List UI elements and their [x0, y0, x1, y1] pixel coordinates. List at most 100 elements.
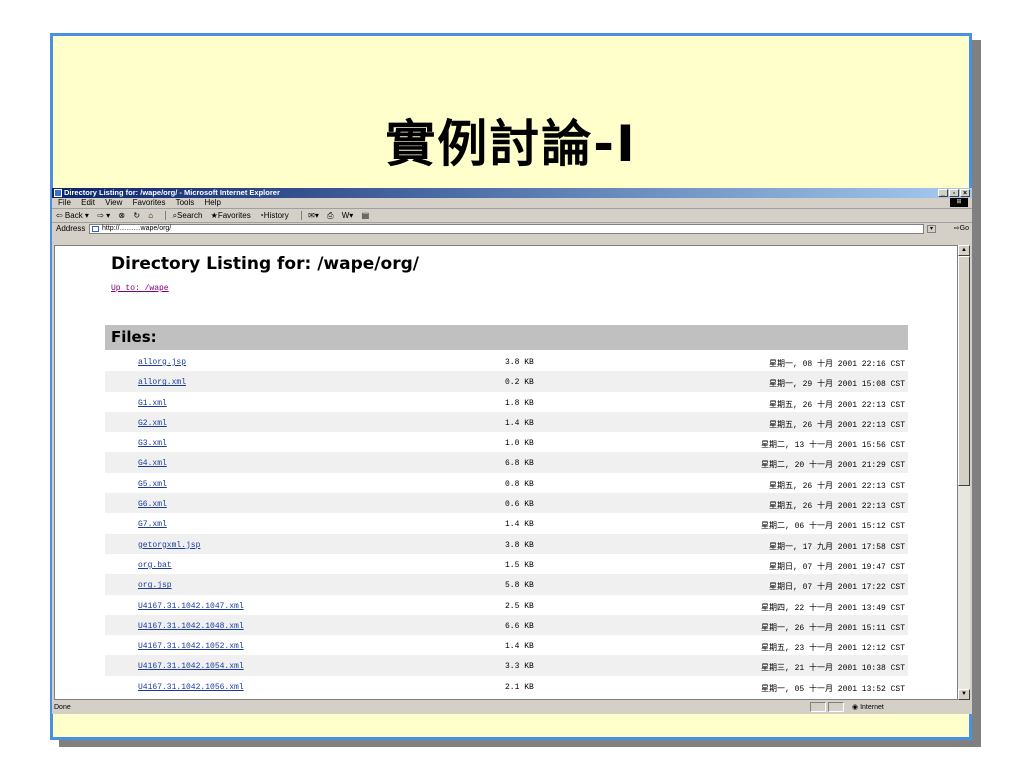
scroll-thumb[interactable] — [958, 256, 970, 486]
status-pane — [828, 702, 844, 712]
table-row: U4167.31.1042.1048.xml 6.6 KB 星期一, 26 十一月 … — [105, 614, 908, 636]
slide-title: 實例討論-I — [385, 115, 637, 173]
file-link[interactable]: org.bat — [138, 561, 172, 570]
mail-icon[interactable]: ✉▾ — [308, 209, 319, 222]
file-size: 6.8 KB — [505, 459, 534, 469]
table-row: org.bat 1.5 KB 星期日, 07 十月 2001 19:47 CST — [105, 554, 908, 574]
close-button[interactable]: × — [960, 189, 970, 197]
search-button[interactable]: ⌕Search — [173, 209, 203, 222]
file-size: 1.0 KB — [505, 439, 534, 449]
file-date: 星期日, 07 十月 2001 19:47 CST — [768, 562, 905, 572]
table-row: G7.xml 1.4 KB 星期二, 06 十一月 2001 15:12 CST — [105, 513, 908, 533]
table-row: G4.xml 6.8 KB 星期二, 20 十一月 2001 21:29 CST — [105, 452, 908, 473]
toolbar: ⇦ Back ▾ ⇨ ▾ ⊗ ↻ ⌂ ⌕Search ★Favorites ◔H… — [52, 209, 972, 223]
file-size: 3.8 KB — [505, 358, 534, 367]
file-date: 星期一, 17 九月 2001 17:58 CST — [768, 542, 905, 552]
file-link[interactable]: getorgxml.jsp — [138, 541, 200, 550]
browser-window: Directory Listing for: /wape/org/ - Micr… — [52, 188, 972, 714]
file-size: 2.5 KB — [505, 601, 534, 611]
file-link[interactable]: G6.xml — [138, 500, 167, 509]
file-link[interactable]: G3.xml — [138, 439, 167, 448]
table-row: allorg.jsp 3.8 KB 星期一, 08 十月 2001 22:16 CS… — [105, 351, 908, 371]
toolbar-separator — [300, 211, 302, 221]
menu-file[interactable]: File — [58, 198, 71, 207]
history-button[interactable]: ◔History — [259, 209, 289, 222]
table-row: G3.xml 1.0 KB 星期二, 13 十一月 2001 15:56 CST — [105, 432, 908, 452]
file-link[interactable]: U4167.31.1042.1052.xml — [138, 642, 244, 651]
menu-tools[interactable]: Tools — [176, 198, 195, 207]
vertical-scrollbar[interactable]: ▲ ▼ — [958, 245, 970, 700]
file-date: 星期三, 21 十一月 2001 10:38 CST — [760, 664, 905, 674]
file-link[interactable]: G7.xml — [138, 520, 167, 529]
address-input[interactable]: http://………wape/org/ — [89, 224, 924, 234]
address-label: Address — [56, 224, 86, 233]
file-size: 1.5 KB — [505, 560, 534, 570]
menu-favorites[interactable]: Favorites — [133, 198, 166, 207]
windows-logo-icon: ⊞ — [950, 198, 968, 207]
file-link[interactable]: G4.xml — [138, 459, 167, 468]
maximize-button[interactable]: ▫ — [949, 189, 959, 197]
ie-app-icon — [54, 189, 62, 197]
file-date: 星期二, 06 十一月 2001 15:12 CST — [760, 522, 905, 532]
security-zone: ◉ Internet — [852, 701, 952, 714]
page-icon — [92, 226, 99, 232]
table-row: U4167.31.1042.1052.xml 1.4 KB 星期五, 23 十一月 … — [105, 635, 908, 655]
home-icon[interactable]: ⌂ — [148, 209, 153, 222]
file-size: 2.1 KB — [505, 682, 534, 692]
menu-edit[interactable]: Edit — [81, 198, 95, 207]
favorites-label: Favorites — [217, 211, 251, 220]
minimize-button[interactable]: _ — [938, 189, 948, 197]
file-link[interactable]: org.jsp — [138, 581, 172, 590]
file-size: 6.6 KB — [505, 621, 534, 631]
window-controls: _ ▫ × — [938, 189, 970, 197]
menu-help[interactable]: Help — [205, 198, 221, 207]
up-link[interactable]: Up to: /wape — [111, 284, 169, 293]
table-row: U4167.31.1042.1047.xml 2.5 KB 星期四, 22 十一月 … — [105, 595, 908, 615]
file-table: allorg.jsp 3.8 KB 星期一, 08 十月 2001 22:16 CS… — [105, 351, 908, 696]
forward-button[interactable]: ⇨ ▾ — [97, 209, 110, 222]
file-size: 0.2 KB — [505, 378, 534, 388]
file-date: 星期一, 26 十一月 2001 15:11 CST — [760, 623, 905, 633]
file-date: 星期日, 07 十月 2001 17:22 CST — [768, 583, 905, 593]
status-pane — [810, 702, 826, 712]
file-size: 0.8 KB — [505, 479, 534, 489]
menu-bar: File Edit View Favorites Tools Help ⊞ — [52, 198, 972, 209]
address-dropdown-button[interactable]: ▾ — [927, 225, 936, 233]
word-edit-icon[interactable]: W▾ — [342, 209, 354, 222]
zone-label: Internet — [860, 704, 884, 711]
back-button[interactable]: ⇦ Back ▾ — [56, 209, 89, 222]
window-titlebar[interactable]: Directory Listing for: /wape/org/ - Micr… — [52, 188, 972, 198]
go-button[interactable]: ⇨Go — [954, 223, 969, 235]
table-row: allorg.xml 0.2 KB 星期一, 29 十月 2001 15:08 CS… — [105, 371, 908, 392]
table-row: getorgxml.jsp 3.8 KB 星期一, 17 九月 2001 17:58… — [105, 533, 908, 554]
file-link[interactable]: allorg.xml — [138, 378, 186, 387]
file-size: 1.4 KB — [505, 418, 534, 428]
file-size: 3.3 KB — [505, 662, 534, 672]
file-link[interactable]: allorg.jsp — [138, 358, 186, 367]
status-text: Done — [54, 704, 71, 711]
menu-view[interactable]: View — [105, 198, 122, 207]
favorites-button[interactable]: ★Favorites — [211, 209, 251, 222]
file-link[interactable]: G2.xml — [138, 419, 167, 428]
file-link[interactable]: G5.xml — [138, 480, 167, 489]
file-link[interactable]: U4167.31.1042.1056.xml — [138, 683, 244, 692]
print-icon[interactable]: ⎙ — [327, 209, 333, 222]
page-heading: Directory Listing for: /wape/org/ — [111, 254, 419, 274]
file-date: 星期二, 20 十一月 2001 21:29 CST — [760, 461, 905, 471]
file-size: 1.8 KB — [505, 398, 534, 408]
file-link[interactable]: U4167.31.1042.1048.xml — [138, 622, 244, 631]
file-link[interactable]: U4167.31.1042.1054.xml — [138, 662, 244, 671]
file-link[interactable]: G1.xml — [138, 399, 167, 408]
favorites-icon: ★ — [210, 211, 218, 220]
table-row: G5.xml 0.8 KB 星期五, 26 十月 2001 22:13 CST — [105, 473, 908, 493]
file-link[interactable]: U4167.31.1042.1047.xml — [138, 602, 244, 611]
scroll-up-icon[interactable]: ▲ — [958, 245, 970, 256]
file-date: 星期五, 26 十月 2001 22:13 CST — [768, 481, 905, 491]
file-date: 星期一, 08 十月 2001 22:16 CST — [768, 360, 905, 369]
discuss-icon[interactable]: ▤ — [362, 209, 370, 222]
scroll-down-icon[interactable]: ▼ — [958, 689, 970, 700]
file-size: 3.8 KB — [505, 540, 534, 550]
table-row: U4167.31.1042.1056.xml 2.1 KB 星期一, 05 十一月 … — [105, 676, 908, 696]
refresh-icon[interactable]: ↻ — [133, 209, 140, 222]
stop-icon[interactable]: ⊗ — [118, 209, 125, 222]
